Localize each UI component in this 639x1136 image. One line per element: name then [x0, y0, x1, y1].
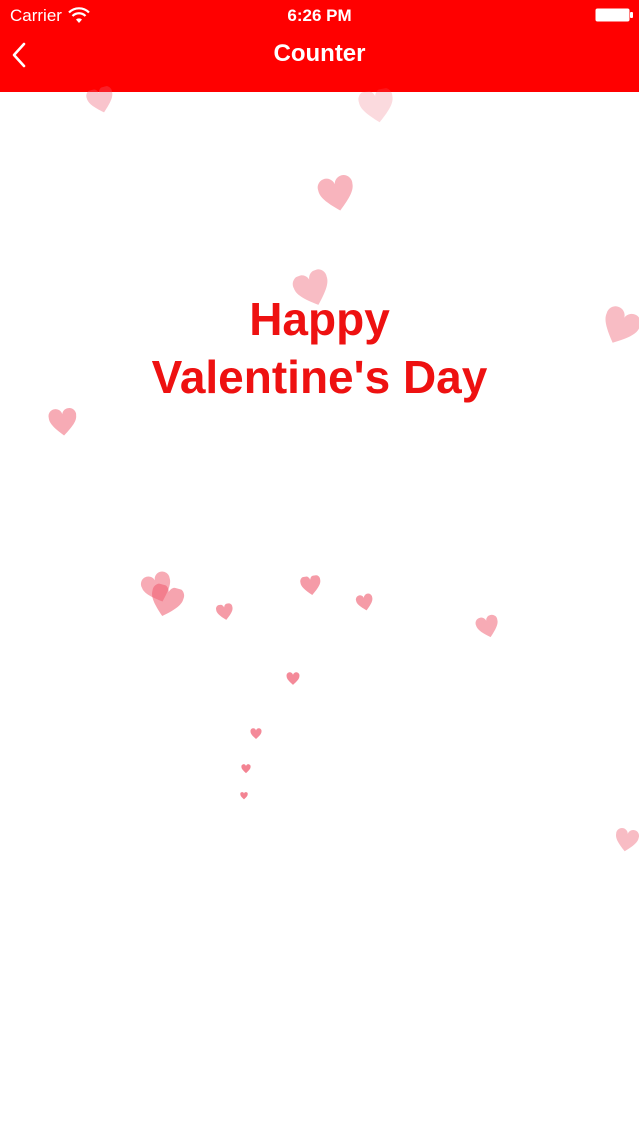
heart-icon: [286, 672, 300, 685]
message-line-2: Valentine's Day: [151, 351, 488, 403]
status-bar: Carrier 6:26 PM: [0, 0, 639, 40]
valentine-message: Happy Valentine's Day: [0, 290, 639, 406]
heart-icon: [250, 728, 262, 739]
heart-icon: [475, 614, 498, 638]
heart-icon: [358, 87, 393, 123]
heart-icon: [152, 583, 185, 617]
page-title: Counter: [273, 40, 366, 67]
heart-icon: [317, 175, 353, 211]
heart-icon: [48, 407, 77, 436]
heart-icon: [240, 792, 248, 800]
battery-icon: [595, 8, 633, 22]
status-time: 6:26 PM: [287, 6, 352, 25]
heart-icon: [355, 593, 373, 611]
title-row: Counter: [0, 40, 639, 92]
heart-icon: [241, 764, 251, 774]
heart-icon: [615, 828, 639, 852]
navigation-bar: Carrier 6:26 PM Counter: [0, 0, 639, 92]
heart-icon: [215, 603, 233, 620]
heart-icon: [300, 574, 321, 596]
